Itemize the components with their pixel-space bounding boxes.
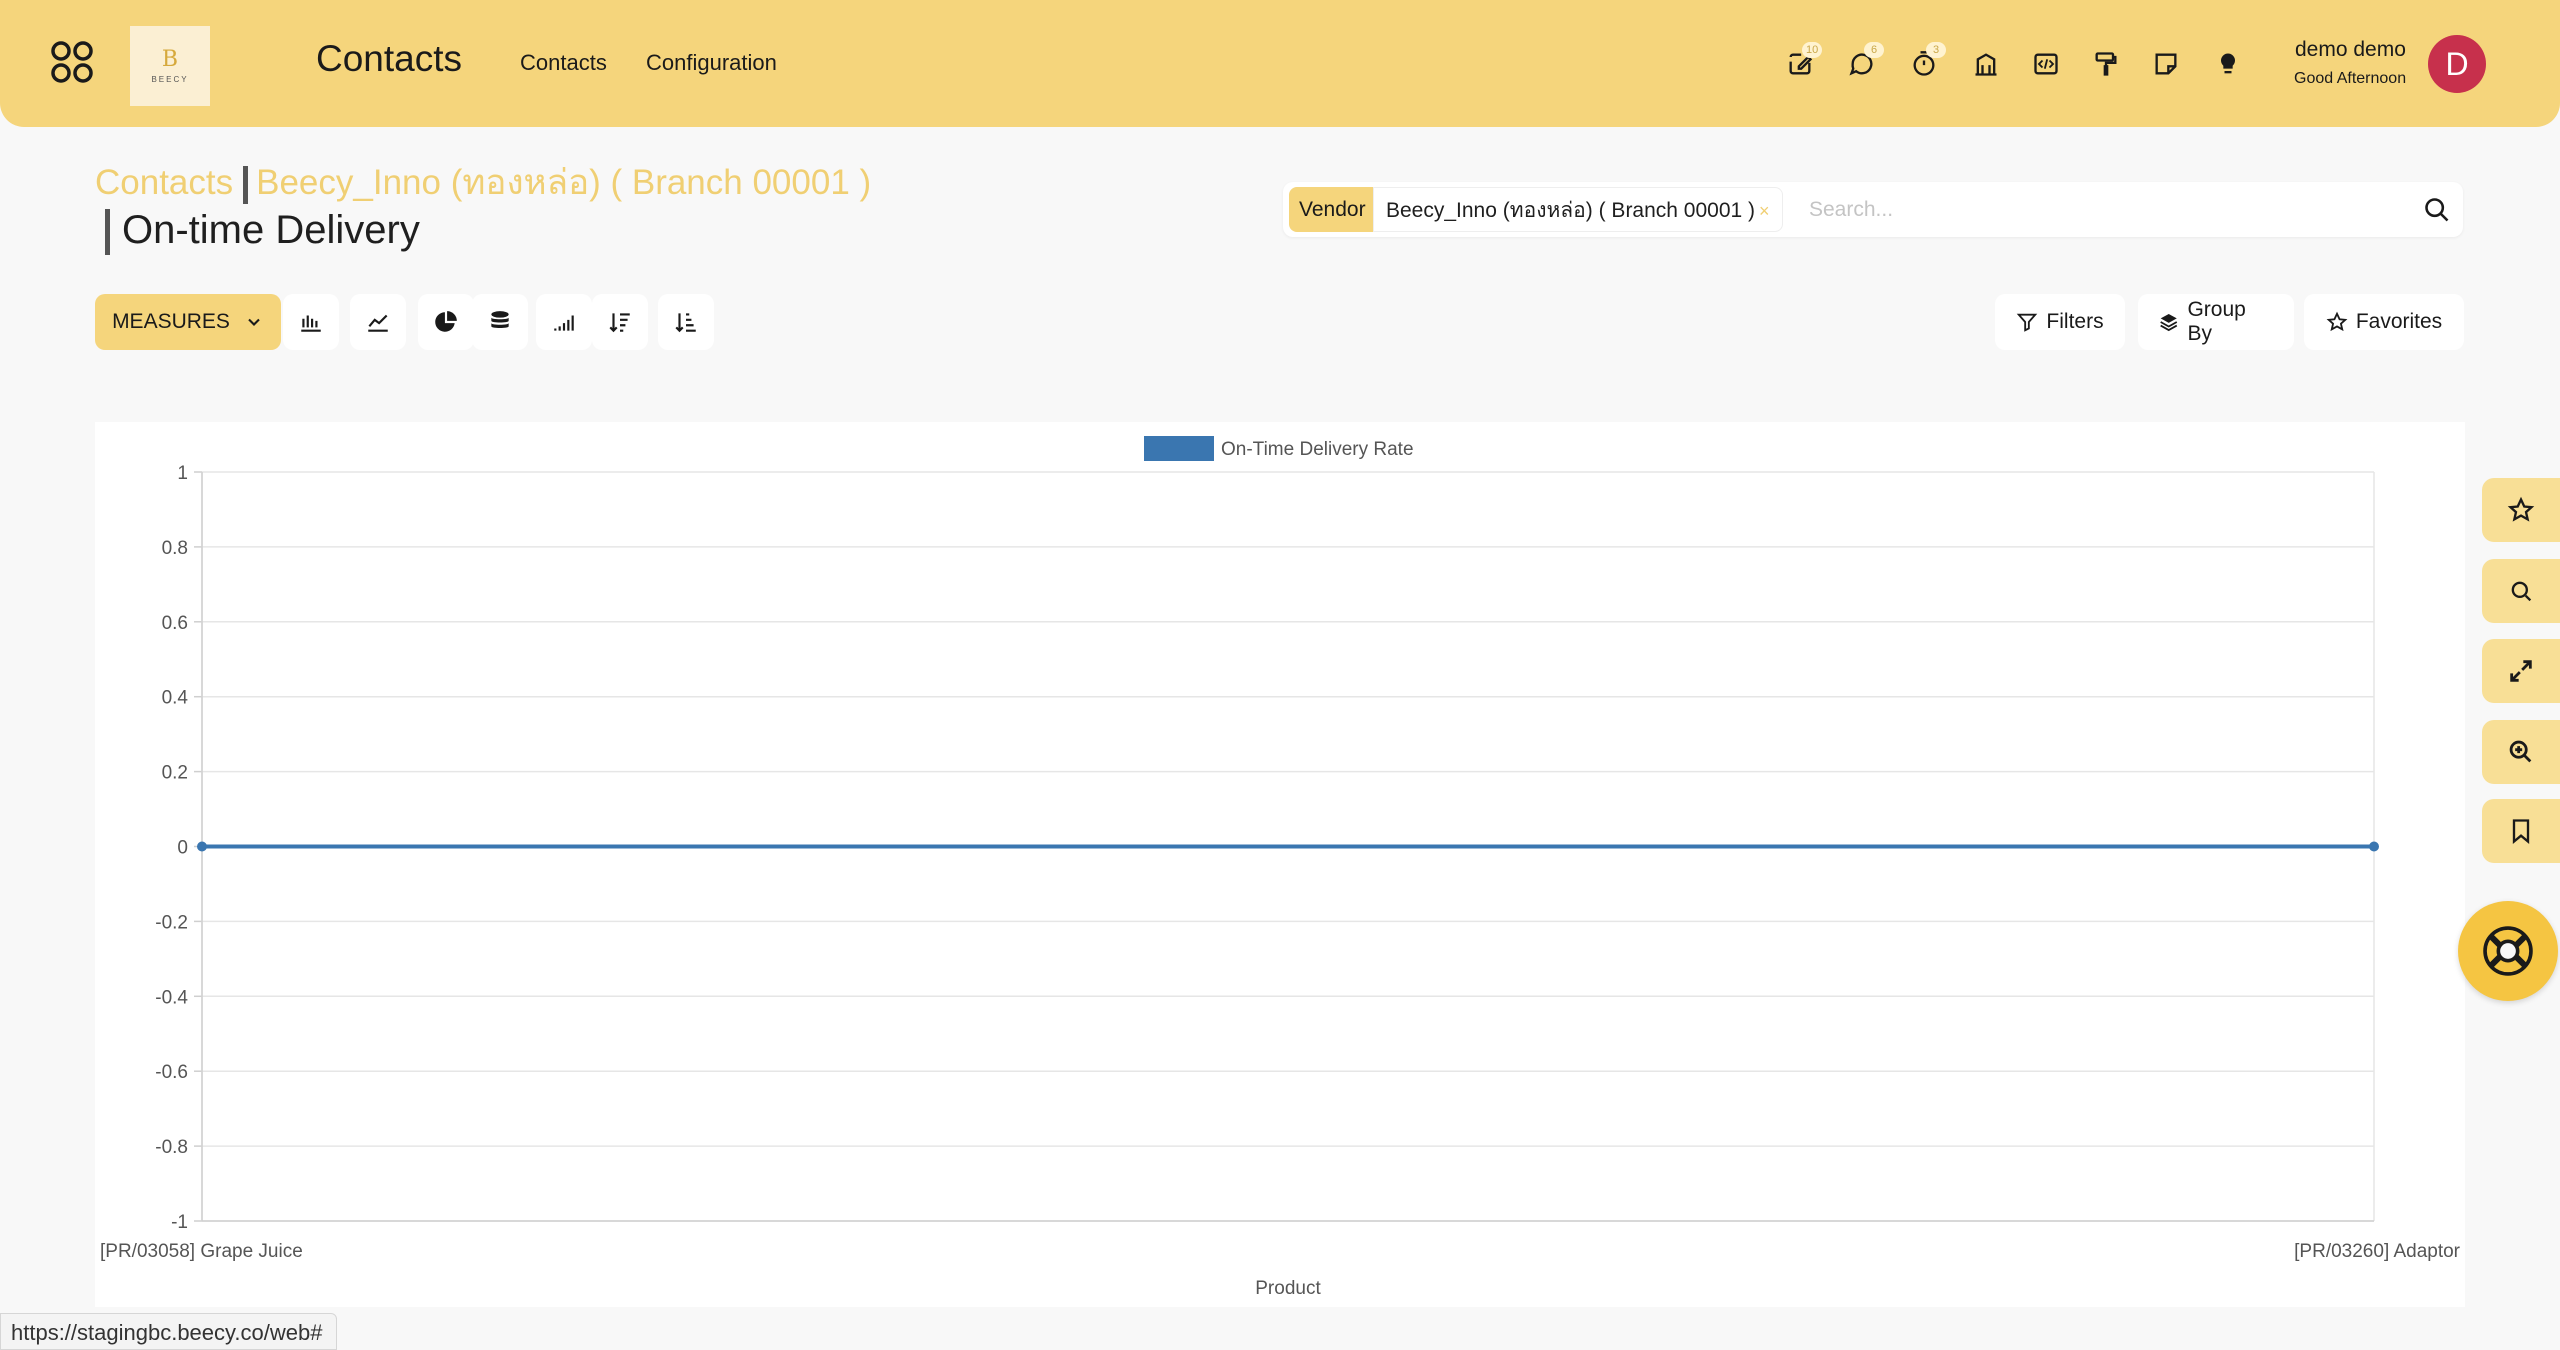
y-tick-label: 0.4 <box>162 688 189 709</box>
y-tick-label: 0.6 <box>162 613 188 634</box>
x-tick-label: [PR/03260] Adaptor <box>2294 1241 2461 1262</box>
favorites-label: Favorites <box>2355 310 2443 333</box>
user-greeting: Good Afternoon <box>2294 70 2407 87</box>
filters-label: Filters <box>2046 310 2104 333</box>
group-by-button[interactable]: Group By <box>2138 294 2294 350</box>
chevron-down-icon <box>248 318 260 326</box>
facet-value: Beecy_Inno (ทองหล่อ) ( Branch 00001 ) × <box>1373 187 1783 232</box>
layers-icon <box>2160 313 2178 332</box>
x-tick-label: [PR/03058] Grape Juice <box>100 1241 303 1262</box>
stacked-icon[interactable] <box>472 294 528 350</box>
facet-value-text: Beecy_Inno (ทองหล่อ) ( Branch 00001 ) <box>1386 199 1756 222</box>
facet-label: Vendor <box>1289 187 1376 232</box>
breadcrumb-separator <box>243 165 249 204</box>
filter-icon <box>2017 313 2038 332</box>
y-tick-label: 0.8 <box>162 538 188 559</box>
menu-configuration[interactable]: Configuration <box>646 50 777 76</box>
title-separator <box>105 209 110 256</box>
y-tick-label: -0.2 <box>155 912 188 933</box>
activity-edit-icon[interactable]: 10 <box>1784 42 1823 80</box>
activity-badge: 10 <box>1802 42 1823 58</box>
star-icon <box>2326 311 2348 332</box>
filters-button[interactable]: Filters <box>1995 294 2125 350</box>
logo-letter: B <box>161 46 179 72</box>
logo-text: BEECY <box>151 74 189 84</box>
favorites-button[interactable]: Favorites <box>2304 294 2464 350</box>
x-axis-label: Product <box>1255 1278 1321 1299</box>
legend-label: On-Time Delivery Rate <box>1221 439 1414 460</box>
expand-icon[interactable] <box>2482 639 2560 703</box>
line-chart-icon[interactable] <box>350 294 406 350</box>
page-title: On-time Delivery <box>105 208 420 256</box>
status-url: https://stagingbc.beecy.co/web# <box>0 1313 338 1350</box>
page-title-text: On-time Delivery <box>122 208 420 252</box>
y-tick-label: -0.4 <box>155 987 188 1008</box>
group-by-label: Group By <box>2187 298 2246 345</box>
timer-badge: 3 <box>1926 42 1946 58</box>
sort-ascending-icon[interactable] <box>658 294 714 350</box>
line-chart[interactable]: 1 0.8 0.6 0.4 0.2 0 -0.2 -0.4 -0.6 -0.8 -1 [PR/0305… <box>95 422 2465 1307</box>
sort-descending-icon[interactable] <box>592 294 648 350</box>
y-tick-label: -0.8 <box>155 1137 188 1158</box>
app-title[interactable]: Contacts <box>316 38 462 80</box>
search-icon[interactable] <box>2423 196 2451 224</box>
float-search-icon[interactable] <box>2482 559 2560 623</box>
cumulative-icon[interactable] <box>536 294 592 350</box>
breadcrumb-record[interactable]: Beecy_Inno (ทองหล่อ) ( Branch 00001 ) <box>256 163 871 202</box>
zoom-in-icon[interactable] <box>2482 720 2560 784</box>
breadcrumb-root[interactable]: Contacts <box>95 163 233 202</box>
chat-icon[interactable]: 6 <box>1846 42 1884 80</box>
note-icon[interactable] <box>2150 48 2182 80</box>
company-logo[interactable]: B BEECY <box>130 26 210 106</box>
data-point <box>197 841 207 852</box>
code-icon[interactable] <box>2030 48 2062 80</box>
y-tick-label: 1 <box>177 463 188 484</box>
float-star-icon[interactable] <box>2482 478 2560 542</box>
pie-chart-icon[interactable] <box>418 294 474 350</box>
bar-chart-icon[interactable] <box>283 294 339 350</box>
y-tick-label: -0.6 <box>155 1062 188 1083</box>
bookmark-icon[interactable] <box>2482 799 2560 863</box>
timer-icon[interactable]: 3 <box>1908 42 1946 80</box>
y-tick-label: 0 <box>177 838 188 859</box>
chart-card: 1 0.8 0.6 0.4 0.2 0 -0.2 -0.4 -0.6 -0.8 -1 [PR/0305… <box>95 422 2465 1307</box>
legend-swatch <box>1144 436 1214 461</box>
y-tick-label: 0.2 <box>162 763 188 784</box>
chat-badge: 6 <box>1864 42 1884 58</box>
search-input[interactable] <box>1809 194 2369 226</box>
top-navbar: B BEECY Contacts Contacts Configuration … <box>0 0 2560 127</box>
bank-icon[interactable] <box>1970 48 2002 80</box>
lightbulb-icon[interactable] <box>2212 48 2244 80</box>
paint-roller-icon[interactable] <box>2090 48 2122 80</box>
y-tick-label: -1 <box>171 1212 188 1233</box>
breadcrumb: Contacts Beecy_Inno (ทองหล่อ) ( Branch 00… <box>95 155 871 210</box>
measures-button[interactable]: MEASURES <box>95 294 281 350</box>
measures-label: MEASURES <box>112 310 230 333</box>
menu-contacts[interactable]: Contacts <box>520 50 607 76</box>
avatar[interactable]: D <box>2428 35 2486 93</box>
search-bar: Vendor Beecy_Inno (ทองหล่อ) ( Branch 000… <box>1283 182 2463 237</box>
data-point <box>2369 841 2379 852</box>
help-lifebuoy-icon[interactable] <box>2458 901 2558 1001</box>
facet-remove-icon[interactable]: × <box>1759 201 1770 221</box>
user-name[interactable]: demo demo <box>2295 38 2406 62</box>
apps-menu-icon[interactable] <box>50 40 94 84</box>
